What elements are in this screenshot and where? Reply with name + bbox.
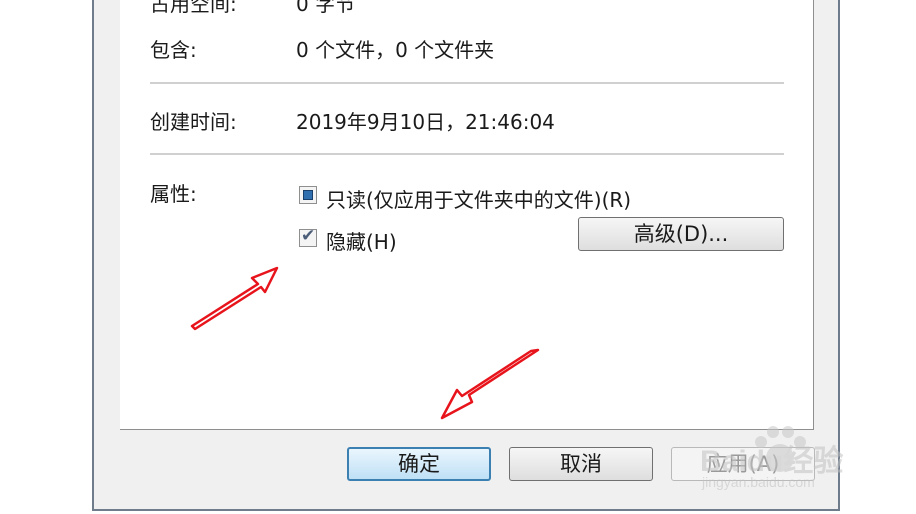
- hidden-label[interactable]: 隐藏(H): [326, 226, 397, 255]
- indeterminate-mark-icon: [303, 190, 313, 200]
- ok-button[interactable]: 确定: [347, 447, 491, 481]
- readonly-label[interactable]: 只读(仅应用于文件夹中的文件)(R): [326, 184, 631, 213]
- red-arrow-icon: [440, 348, 540, 420]
- checkmark-icon: ✔: [301, 226, 316, 246]
- watermark: Baidu经验 jingyan.baidu.com: [700, 420, 900, 510]
- hidden-checkbox[interactable]: ✔: [299, 226, 317, 247]
- separator: [150, 82, 784, 85]
- contains-value: 0 个文件，0 个文件夹: [296, 38, 495, 62]
- created-label: 创建时间:: [150, 110, 237, 134]
- red-arrow-icon: [190, 266, 279, 331]
- cancel-button[interactable]: 取消: [509, 447, 653, 481]
- attributes-label: 属性:: [150, 182, 197, 206]
- created-value: 2019年9月10日，21:46:04: [296, 110, 555, 134]
- watermark-url: jingyan.baidu.com: [702, 474, 815, 490]
- size-on-disk-label: 占用空间:: [150, 0, 237, 16]
- separator: [150, 153, 784, 156]
- advanced-button[interactable]: 高级(D)...: [578, 217, 784, 251]
- readonly-checkbox[interactable]: [299, 186, 317, 204]
- size-on-disk-value: 0 字节: [296, 0, 356, 16]
- contains-label: 包含:: [150, 38, 197, 62]
